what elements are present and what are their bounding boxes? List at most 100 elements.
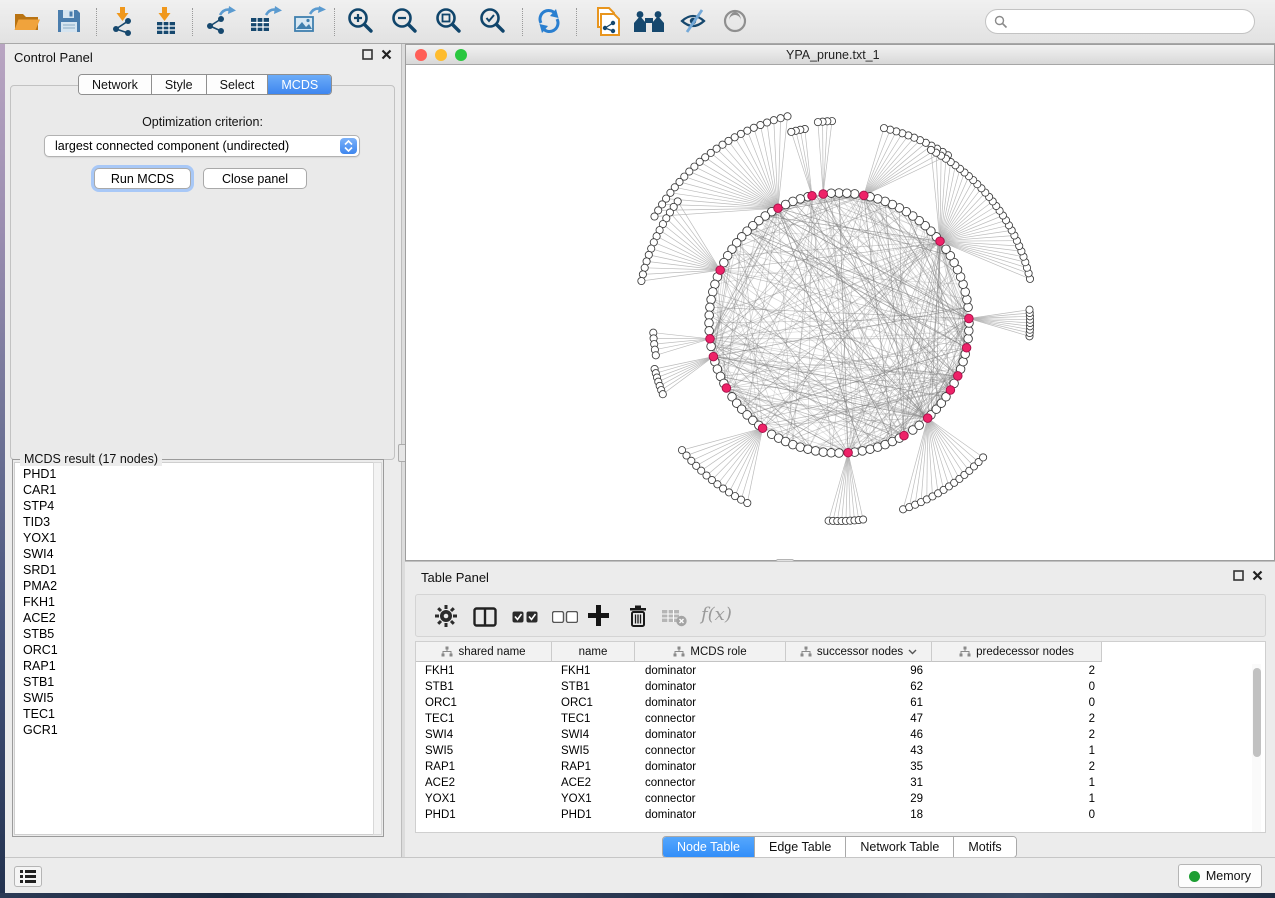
column-header-name[interactable]: name — [552, 642, 635, 662]
search-network-icon[interactable] — [632, 6, 664, 38]
refresh-icon[interactable] — [534, 6, 566, 38]
open-icon[interactable] — [12, 6, 44, 38]
mcds-result-item[interactable]: STP4 — [23, 498, 373, 514]
mcds-node[interactable] — [860, 191, 869, 200]
zoom-in-icon[interactable] — [346, 6, 378, 38]
table-scrollbar-thumb[interactable] — [1253, 668, 1261, 757]
close-table-panel-icon[interactable] — [1252, 570, 1263, 581]
mcds-node[interactable] — [965, 314, 974, 323]
add-column-icon[interactable] — [588, 605, 609, 631]
table-row-TEC1[interactable]: TEC1TEC1connector472 — [416, 712, 1265, 728]
tab-motifs[interactable]: Motifs — [953, 837, 1015, 857]
float-panel-icon[interactable] — [362, 49, 373, 60]
mcds-node[interactable] — [819, 190, 828, 199]
table-settings-icon[interactable] — [434, 604, 458, 633]
mcds-result-item[interactable]: YOX1 — [23, 530, 373, 546]
memory-button[interactable]: Memory — [1178, 864, 1262, 888]
mcds-node[interactable] — [962, 344, 971, 353]
table-row-ORC1[interactable]: ORC1ORC1dominator610 — [416, 696, 1265, 712]
mcds-node[interactable] — [954, 372, 963, 381]
network-canvas[interactable] — [406, 65, 1274, 561]
mcds-node[interactable] — [808, 192, 817, 201]
export-table-icon[interactable] — [248, 6, 280, 38]
mcds-result-item[interactable]: TID3 — [23, 514, 373, 530]
mcds-result-item[interactable]: STB5 — [23, 626, 373, 642]
tab-network-table[interactable]: Network Table — [845, 837, 953, 857]
import-network-icon[interactable] — [108, 6, 140, 38]
mcds-result-item[interactable]: ORC1 — [23, 642, 373, 658]
close-panel-icon[interactable] — [381, 49, 392, 60]
tab-style[interactable]: Style — [151, 75, 206, 94]
export-network-icon[interactable] — [204, 6, 236, 38]
delete-columns-icon[interactable] — [627, 605, 649, 632]
table-row-SWI5[interactable]: SWI5SWI5connector431 — [416, 744, 1265, 760]
zoom-selected-icon[interactable] — [478, 6, 510, 38]
mcds-result-item[interactable]: TEC1 — [23, 706, 373, 722]
mcds-node[interactable] — [758, 424, 767, 433]
table-row-FKH1[interactable]: FKH1FKH1dominator962 — [416, 664, 1265, 680]
mcds-node[interactable] — [774, 204, 783, 213]
mcds-node[interactable] — [900, 431, 909, 440]
optimization-criterion-select[interactable]: largest connected component (undirected) — [44, 135, 360, 157]
mcds-node[interactable] — [706, 335, 715, 344]
mcds-node[interactable] — [716, 266, 725, 275]
automation-panel-button[interactable] — [14, 866, 42, 887]
tab-node-table[interactable]: Node Table — [663, 837, 754, 857]
fit-content-icon[interactable] — [434, 6, 466, 38]
tab-network[interactable]: Network — [79, 75, 151, 94]
search-field[interactable] — [985, 9, 1255, 34]
select-all-columns-icon[interactable] — [512, 610, 538, 628]
mcds-node[interactable] — [923, 414, 932, 423]
mcds-result-item[interactable]: SRD1 — [23, 562, 373, 578]
mcds-node[interactable] — [709, 352, 718, 361]
tab-select[interactable]: Select — [206, 75, 268, 94]
column-header-shared-name[interactable]: shared name — [416, 642, 552, 662]
mcds-result-list[interactable]: PHD1CAR1STP4TID3YOX1SWI4SRD1PMA2FKH1ACE2… — [14, 462, 373, 835]
mcds-node[interactable] — [946, 386, 955, 395]
table-row-RAP1[interactable]: RAP1RAP1dominator352 — [416, 760, 1265, 776]
clone-network-icon[interactable] — [592, 6, 624, 38]
mcds-result-item[interactable]: PHD1 — [23, 466, 373, 482]
mcds-node[interactable] — [936, 237, 945, 246]
column-header-mcds-role[interactable]: MCDS role — [635, 642, 786, 662]
mcds-result-item[interactable]: FKH1 — [23, 594, 373, 610]
show-graphics-details-icon[interactable] — [720, 6, 752, 38]
mcds-result-item[interactable]: STB1 — [23, 674, 373, 690]
table-row-STB1[interactable]: STB1STB1dominator620 — [416, 680, 1265, 696]
toggle-panes-icon[interactable] — [473, 607, 497, 632]
mcds-result-item[interactable]: SWI4 — [23, 546, 373, 562]
mcds-result-item[interactable]: ACE2 — [23, 610, 373, 626]
window-zoom-light[interactable] — [455, 49, 467, 61]
mcds-result-item[interactable]: SWI5 — [23, 690, 373, 706]
zoom-out-icon[interactable] — [390, 6, 422, 38]
column-header-predecessor-nodes[interactable]: predecessor nodes — [932, 642, 1102, 662]
mcds-result-scrollbar[interactable] — [373, 462, 382, 835]
window-close-light[interactable] — [415, 49, 427, 61]
import-table-icon[interactable] — [150, 6, 182, 38]
table-scrollbar[interactable] — [1252, 664, 1261, 832]
mcds-node[interactable] — [844, 448, 853, 457]
mcds-result-item[interactable]: RAP1 — [23, 658, 373, 674]
column-header-successor-nodes[interactable]: successor nodes — [786, 642, 932, 662]
window-minimize-light[interactable] — [435, 49, 447, 61]
run-mcds-button[interactable]: Run MCDS — [94, 168, 191, 189]
search-input[interactable] — [1013, 15, 1254, 29]
tab-edge-table[interactable]: Edge Table — [754, 837, 845, 857]
export-image-icon[interactable] — [292, 6, 324, 38]
node-table[interactable]: shared namenameMCDS rolesuccessor nodesp… — [415, 641, 1266, 833]
save-icon[interactable] — [54, 6, 86, 38]
float-table-panel-icon[interactable] — [1233, 570, 1244, 581]
mcds-result-item[interactable]: GCR1 — [23, 722, 373, 738]
table-row-ACE2[interactable]: ACE2ACE2connector311 — [416, 776, 1265, 792]
mcds-result-item[interactable]: CAR1 — [23, 482, 373, 498]
network-window-titlebar[interactable]: YPA_prune.txt_1 — [406, 45, 1274, 65]
table-row-PHD1[interactable]: PHD1PHD1dominator180 — [416, 808, 1265, 824]
tab-mcds[interactable]: MCDS — [267, 75, 331, 94]
mcds-result-item[interactable]: PMA2 — [23, 578, 373, 594]
mcds-node[interactable] — [722, 384, 731, 393]
deselect-all-columns-icon[interactable] — [552, 610, 578, 628]
table-row-SWI4[interactable]: SWI4SWI4dominator462 — [416, 728, 1265, 744]
hide-graphics-details-icon[interactable] — [678, 6, 710, 38]
table-row-YOX1[interactable]: YOX1YOX1connector291 — [416, 792, 1265, 808]
network-view-window[interactable]: YPA_prune.txt_1 — [405, 44, 1275, 561]
